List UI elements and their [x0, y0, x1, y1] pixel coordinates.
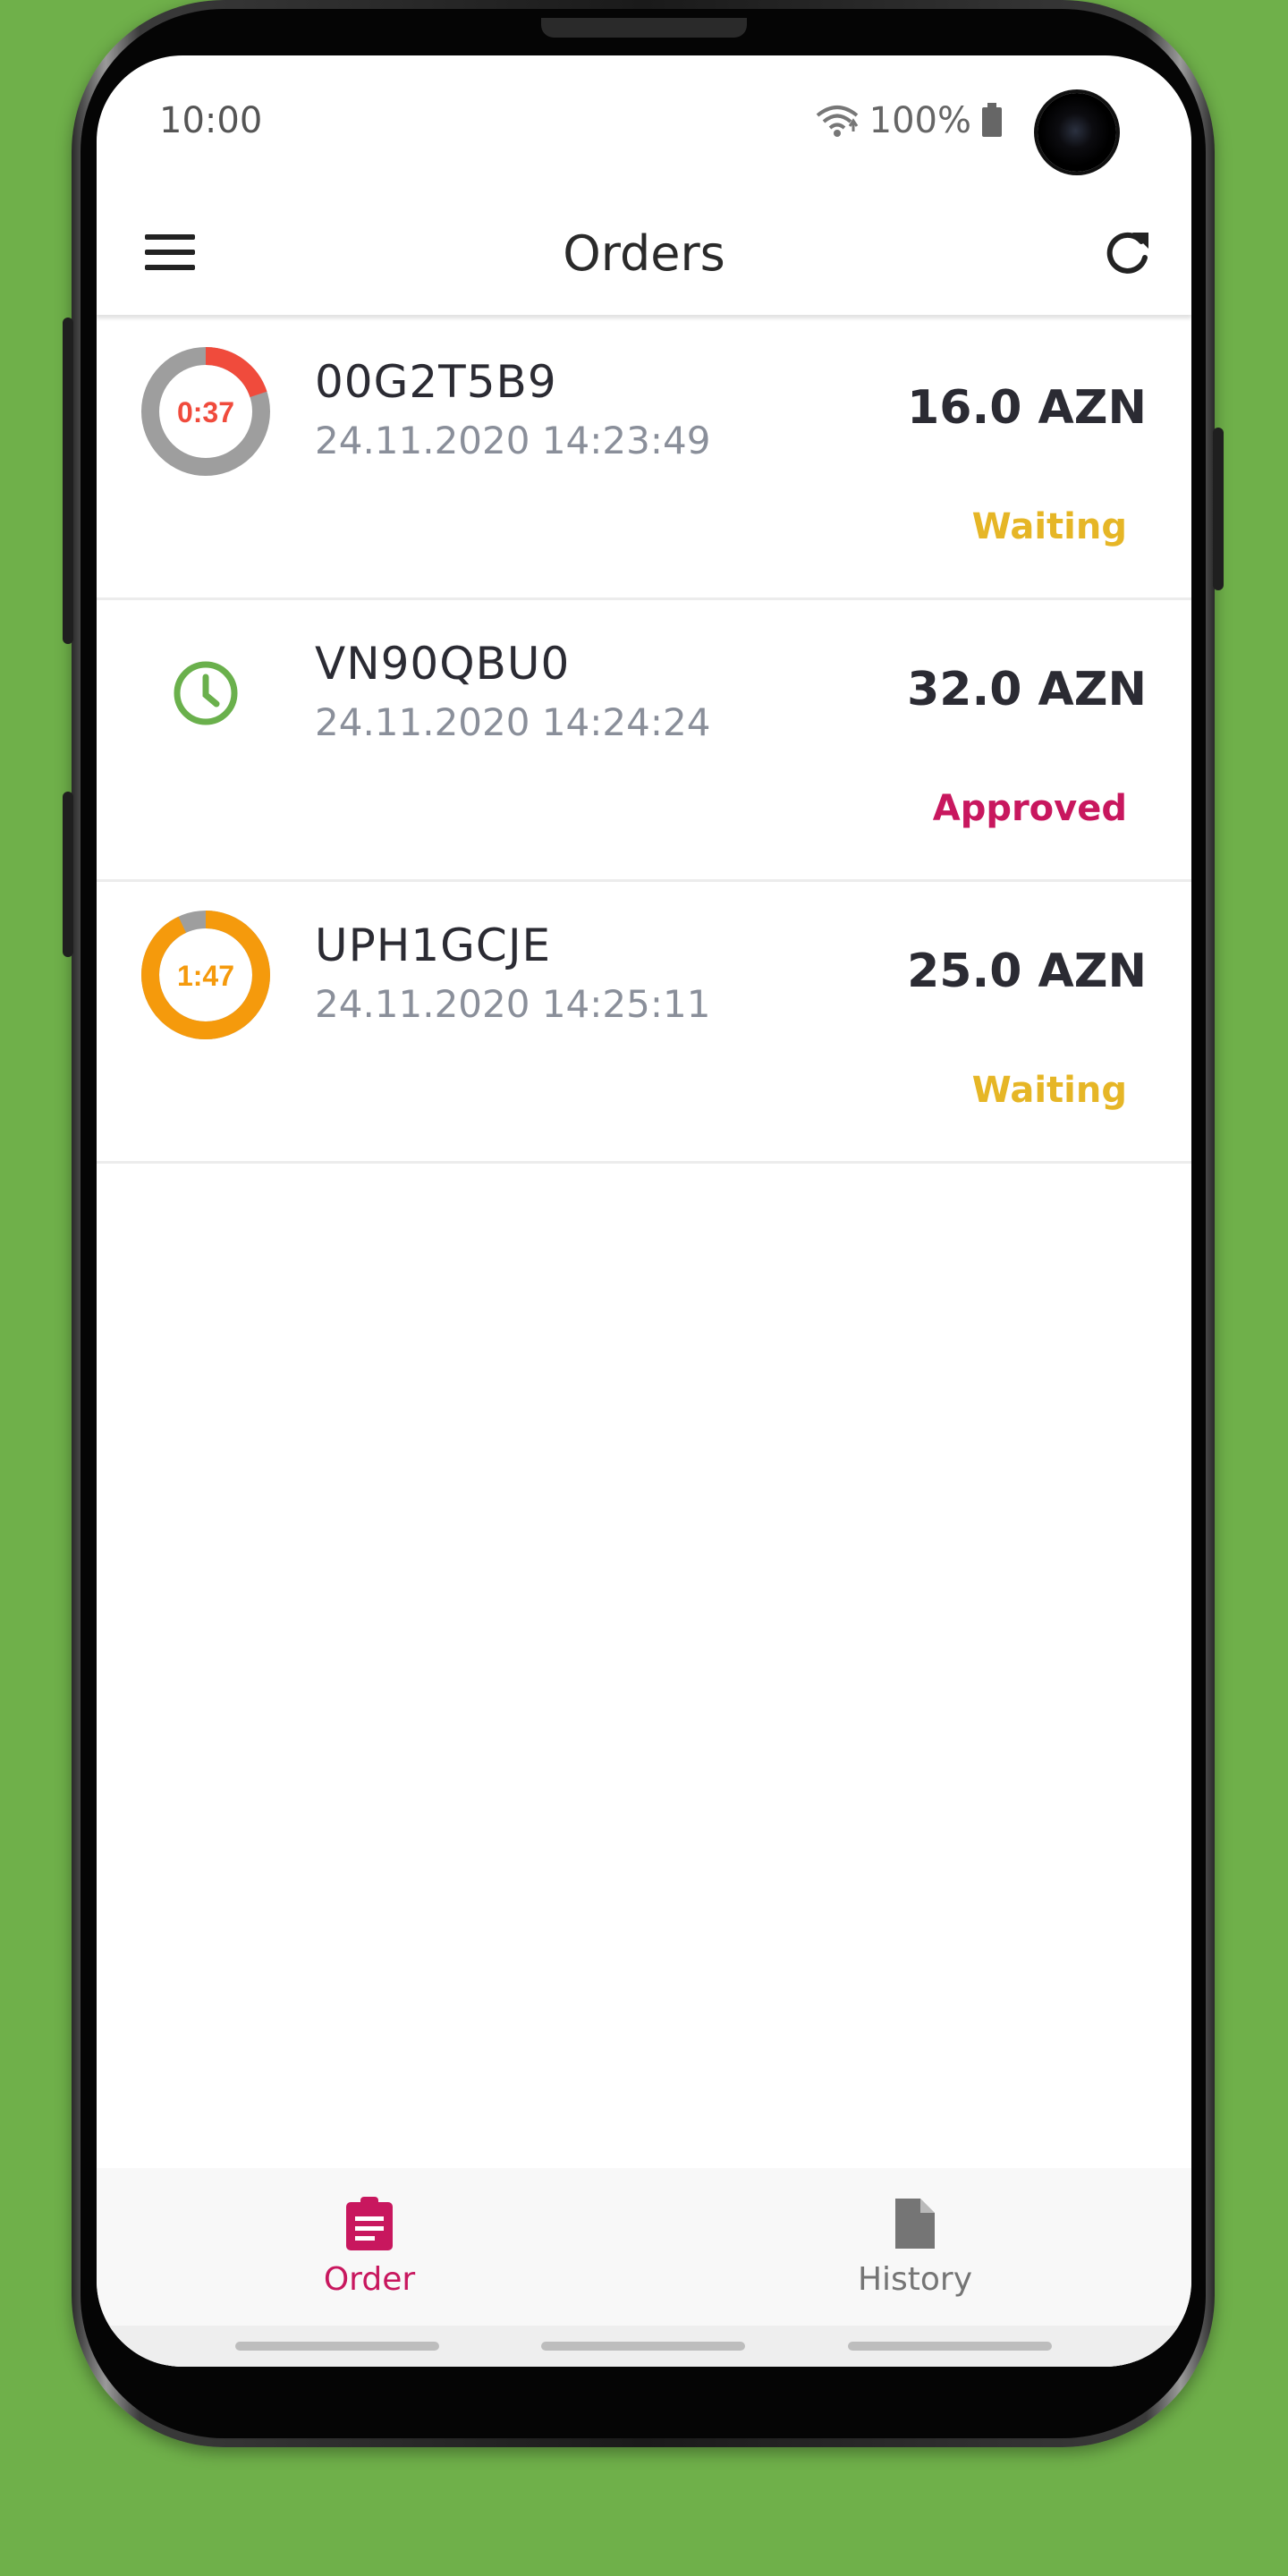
battery-percentage: 100% [869, 100, 971, 141]
order-status: Waiting [971, 1070, 1127, 1111]
order-date: 24.11.2020 14:23:49 [315, 419, 711, 462]
order-row-2[interactable]: VN90QBU0 24.11.2020 14:24:24 32.0 AZN Ap… [97, 600, 1191, 882]
battery-icon [982, 103, 1002, 137]
order-status: Waiting [971, 506, 1127, 547]
nav-item-order[interactable]: Order [253, 2195, 486, 2298]
order-price: 16.0 AZN [907, 381, 1147, 435]
wifi-icon [816, 106, 858, 137]
app-bar: Orders [97, 190, 1191, 315]
clock-icon [174, 661, 238, 725]
page-title: Orders [563, 225, 725, 282]
order-id: VN90QBU0 [315, 638, 571, 690]
gesture-bar [97, 2326, 1191, 2367]
power-button [1213, 428, 1224, 590]
countdown-timer: 0:37 [177, 396, 234, 428]
order-price: 32.0 AZN [907, 663, 1147, 716]
front-camera [1038, 93, 1116, 172]
countdown-ring-icon: 0:37 [141, 347, 270, 476]
status-icons: 100% [814, 100, 1004, 141]
order-date: 24.11.2020 14:24:24 [315, 700, 711, 744]
order-id: 00G2T5B9 [315, 356, 557, 408]
volume-up-button [63, 318, 73, 644]
gesture-line [848, 2342, 1052, 2351]
order-row-1[interactable]: 0:37 00G2T5B9 24.11.2020 14:23:49 16.0 A… [97, 318, 1191, 600]
clipboard-icon [346, 2197, 393, 2250]
order-row-3[interactable]: 1:47 UPH1GCJE 24.11.2020 14:25:11 25.0 A… [97, 882, 1191, 1164]
order-price: 25.0 AZN [907, 945, 1147, 998]
status-time: 10:00 [159, 100, 263, 141]
refresh-icon [1106, 232, 1148, 274]
order-date: 24.11.2020 14:25:11 [315, 982, 711, 1026]
nav-item-history[interactable]: History [799, 2195, 1031, 2298]
order-status: Approved [932, 788, 1127, 829]
order-id: UPH1GCJE [315, 919, 552, 971]
nav-label-order: Order [323, 2261, 416, 2298]
status-bar: 10:00 100% [97, 55, 1191, 190]
earpiece-speaker [541, 18, 747, 38]
order-list: 0:37 00G2T5B9 24.11.2020 14:23:49 16.0 A… [97, 318, 1191, 1164]
bottom-navigation: Order History [97, 2168, 1191, 2367]
volume-down-button [63, 792, 73, 957]
refresh-button[interactable] [1089, 215, 1165, 290]
countdown-ring-icon: 1:47 [141, 911, 270, 1039]
countdown-timer: 1:47 [177, 960, 234, 992]
nav-label-history: History [857, 2261, 973, 2298]
gesture-line [235, 2342, 439, 2351]
document-icon [895, 2199, 935, 2249]
phone-screen: 10:00 100% Orders 0:37 00G2T5B9 24.11.20… [97, 55, 1191, 2367]
gesture-line [541, 2342, 745, 2351]
